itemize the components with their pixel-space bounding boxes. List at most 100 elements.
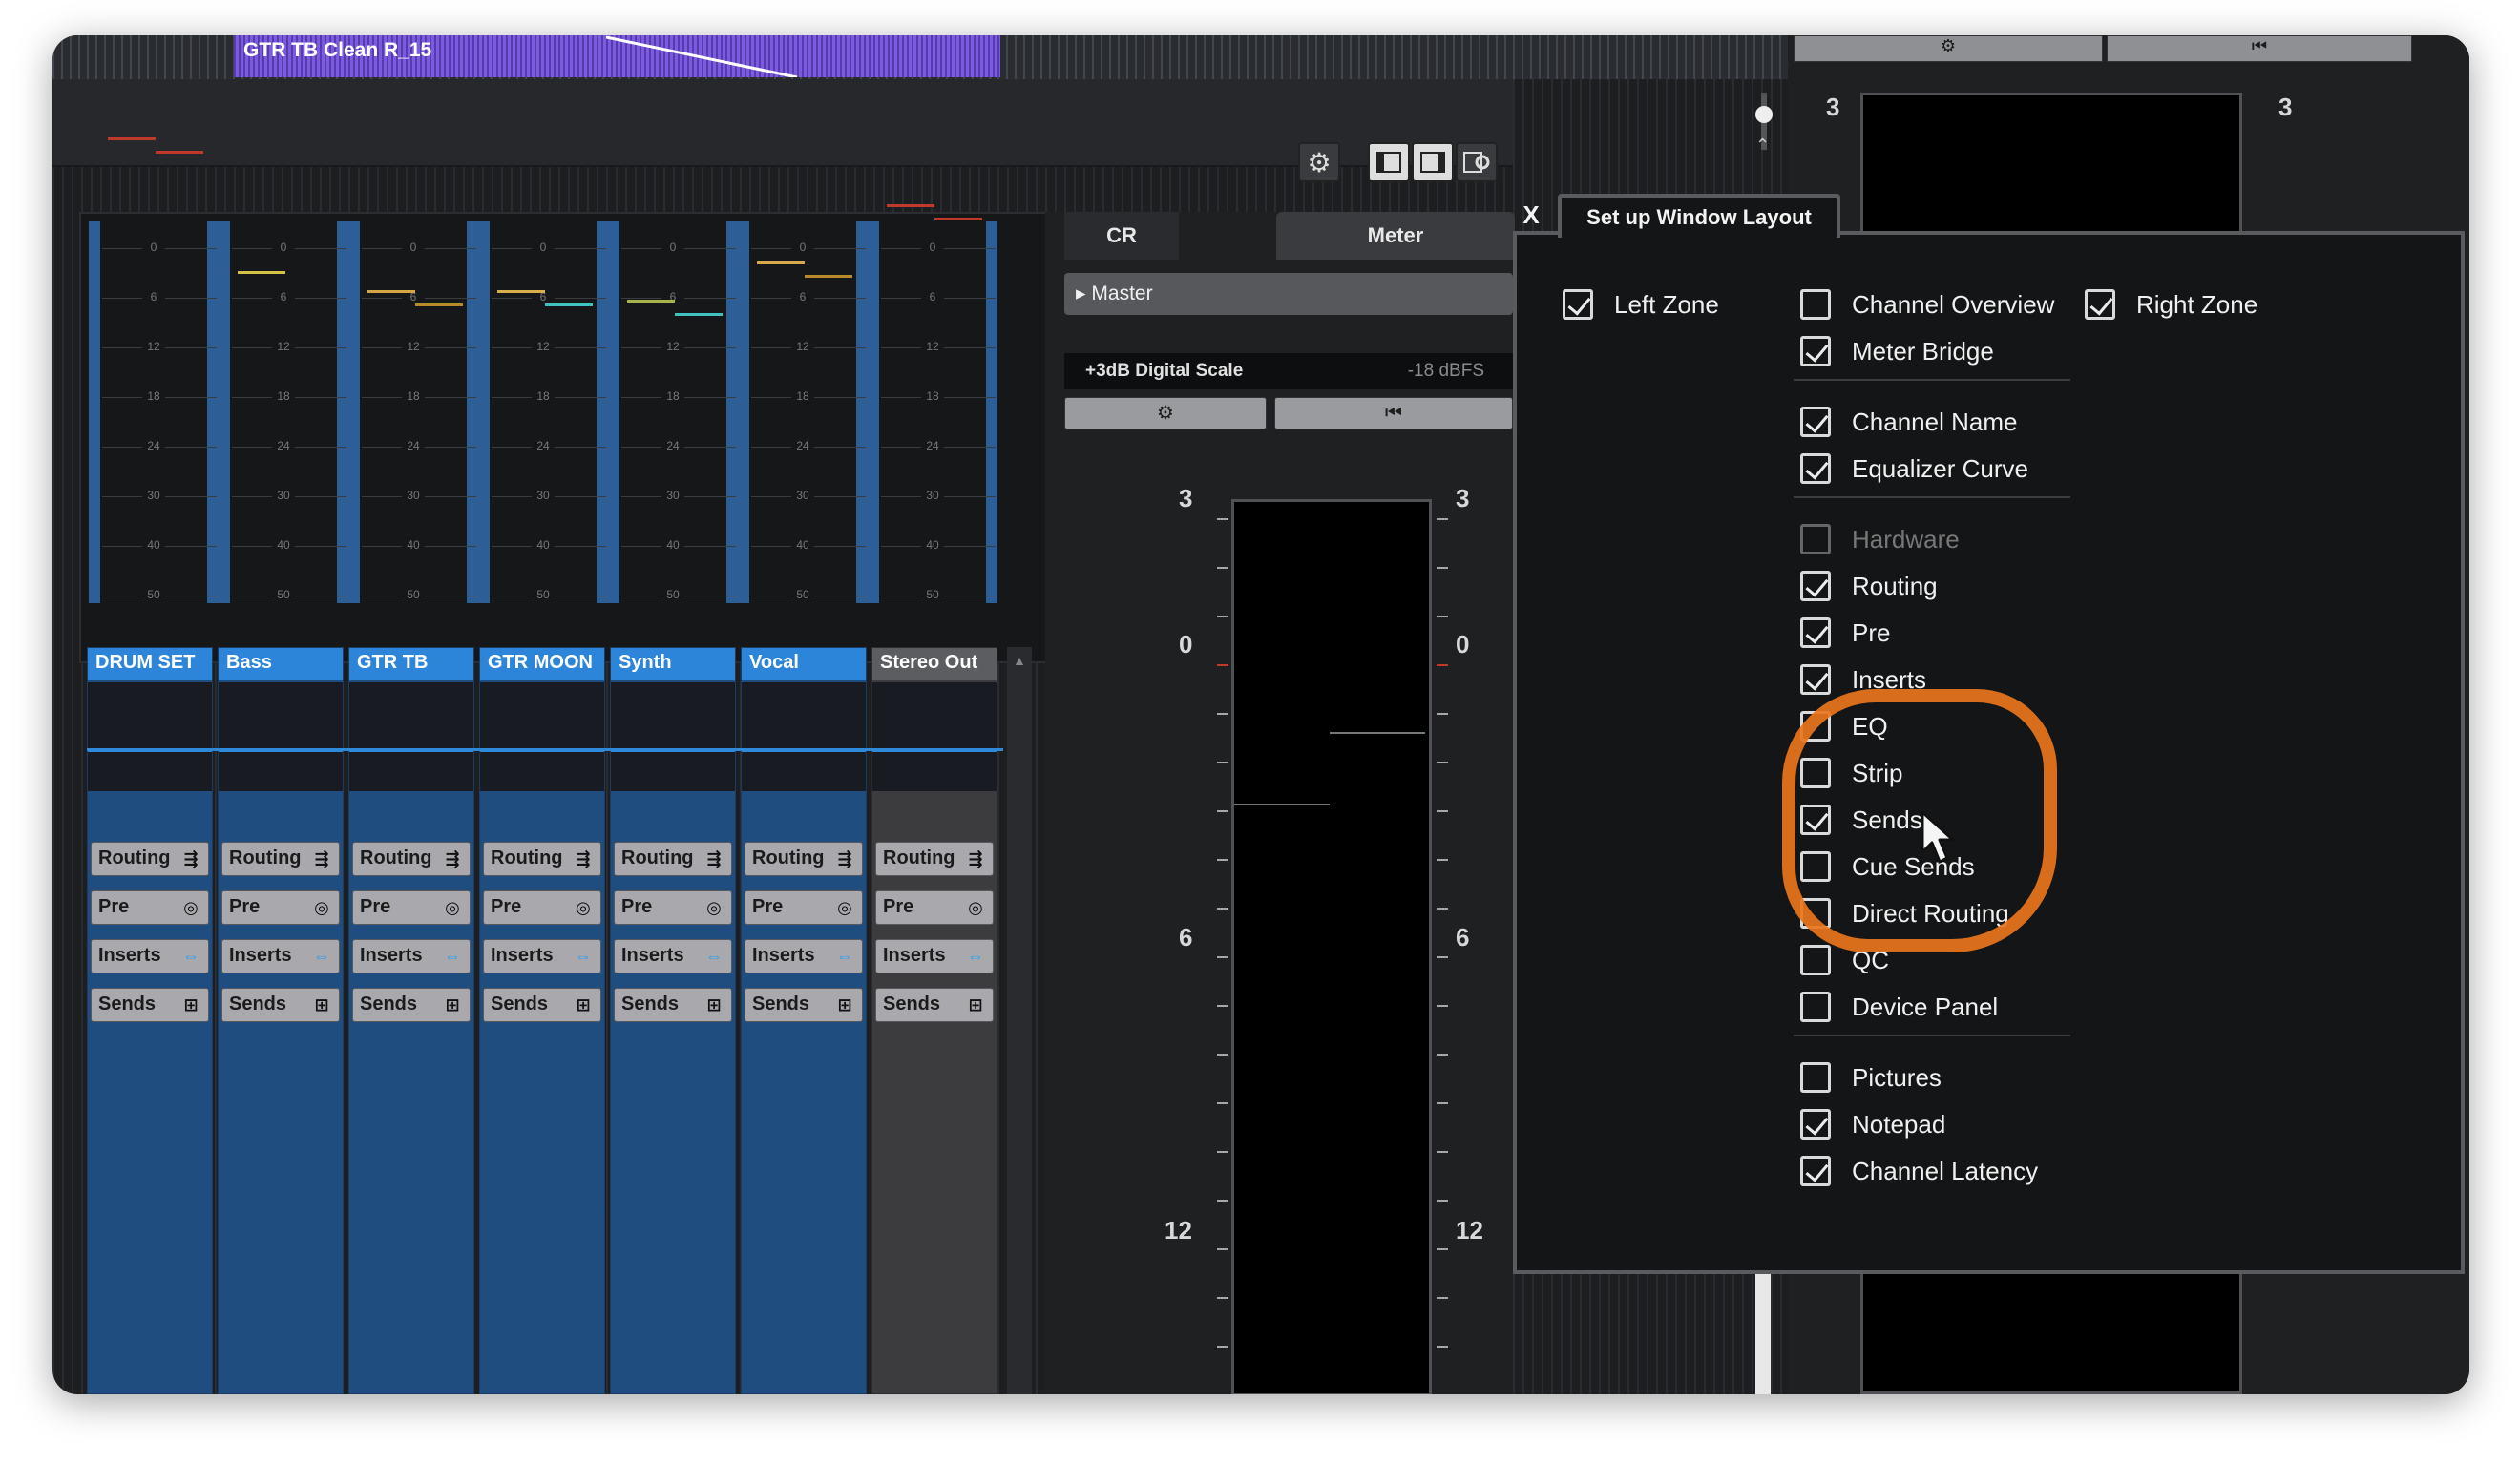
window-layout-button[interactable] [1456, 142, 1498, 182]
inserts-label: Inserts [491, 945, 554, 966]
option-left-zone[interactable]: Left Zone [1563, 285, 1719, 324]
inserts-section[interactable]: Inserts ⇔ [221, 939, 340, 973]
checkbox-routing[interactable] [1800, 571, 1831, 601]
option-channel-latency[interactable]: Channel Latency [1800, 1152, 2038, 1190]
channel-name[interactable]: Bass [219, 648, 343, 680]
pre-section[interactable]: Pre ◎ [352, 890, 471, 925]
mixer-settings-button[interactable]: ⚙ [1298, 142, 1340, 182]
equalizer-curve[interactable] [480, 682, 604, 791]
pre-section[interactable]: Pre ◎ [614, 890, 732, 925]
inserts-section[interactable]: Inserts ⇔ [352, 939, 471, 973]
option-routing[interactable]: Routing [1800, 567, 1938, 605]
channel-name[interactable]: DRUM SET [88, 648, 212, 680]
checkbox-meter-bridge[interactable] [1800, 336, 1831, 366]
routing-section[interactable]: Routing ⇶ [745, 842, 863, 876]
channel-name[interactable]: Vocal [742, 648, 866, 680]
routing-section[interactable]: Routing ⇶ [91, 842, 209, 876]
routing-section[interactable]: Routing ⇶ [352, 842, 471, 876]
channel-name[interactable]: Synth [611, 648, 735, 680]
sends-section[interactable]: Sends ⊞ [91, 988, 209, 1022]
pre-section[interactable]: Pre ◎ [875, 890, 994, 925]
meter-settings-button[interactable]: ⚙ [1064, 397, 1267, 429]
option-right-zone[interactable]: Right Zone [2085, 285, 2258, 324]
secondary-settings-button[interactable]: ⚙ [1794, 35, 2103, 62]
checkbox-notepad[interactable] [1800, 1109, 1831, 1140]
checkbox-right-zone[interactable] [2085, 289, 2115, 320]
meter-tick [1217, 713, 1228, 715]
right-zone-toggle-button[interactable] [1412, 142, 1454, 182]
sends-section[interactable]: Sends ⊞ [614, 988, 732, 1022]
pre-section[interactable]: Pre ◎ [221, 890, 340, 925]
chevron-up-icon[interactable]: ⌃ [1755, 136, 1770, 156]
inserts-section[interactable]: Inserts ⇔ [875, 939, 994, 973]
equalizer-curve[interactable] [219, 682, 343, 791]
checkbox-qc[interactable] [1800, 945, 1831, 975]
routing-icon: ⇶ [837, 849, 852, 868]
option-channel-name[interactable]: Channel Name [1800, 403, 2017, 441]
sends-section[interactable]: Sends ⊞ [875, 988, 994, 1022]
routing-section[interactable]: Routing ⇶ [614, 842, 732, 876]
option-pictures[interactable]: Pictures [1800, 1058, 1942, 1097]
meter-peak-right [1330, 732, 1425, 734]
meter-bridge-scale-label: 18 [142, 389, 165, 403]
pre-section[interactable]: Pre ◎ [745, 890, 863, 925]
sends-section[interactable]: Sends ⊞ [352, 988, 471, 1022]
channel-name[interactable]: GTR MOON [480, 648, 604, 680]
sends-section[interactable]: Sends ⊞ [483, 988, 601, 1022]
routing-section[interactable]: Routing ⇶ [483, 842, 601, 876]
secondary-reset-button[interactable]: ⏮ [2107, 35, 2412, 62]
pre-section[interactable]: Pre ◎ [91, 890, 209, 925]
routing-icon: ⇶ [314, 849, 329, 868]
meter-tick [1437, 713, 1448, 715]
option-pre[interactable]: Pre [1800, 614, 1890, 652]
equalizer-curve[interactable] [88, 682, 212, 791]
checkbox-left-zone[interactable] [1563, 289, 1593, 320]
equalizer-curve[interactable] [611, 682, 735, 791]
channel-name[interactable]: GTR TB [349, 648, 473, 680]
tab-meter[interactable]: Meter [1276, 212, 1515, 260]
option-meter-bridge[interactable]: Meter Bridge [1800, 332, 1994, 370]
checkbox-channel-latency[interactable] [1800, 1156, 1831, 1186]
meter-tick [1437, 567, 1448, 569]
checkbox-hardware [1800, 524, 1831, 554]
checkbox-channel-overview[interactable] [1800, 289, 1831, 320]
checkbox-device-panel[interactable] [1800, 992, 1831, 1022]
meter-tick [1437, 1054, 1448, 1056]
checkbox-inserts[interactable] [1800, 664, 1831, 695]
pre-section[interactable]: Pre ◎ [483, 890, 601, 925]
routing-section[interactable]: Routing ⇶ [875, 842, 994, 876]
dialog-close-button[interactable]: X [1513, 197, 1549, 233]
inserts-section[interactable]: Inserts ⇔ [91, 939, 209, 973]
channel-name[interactable]: Stereo Out [872, 648, 997, 680]
screenshot-stage: GTR TB Clean R_15 ⚙ 0 6 12 18 24 30 40 50 0 6 12 18… [0, 0, 2520, 1464]
meter-reset-button[interactable]: ⏮ [1274, 397, 1513, 429]
tab-cr[interactable]: CR [1064, 212, 1179, 260]
checkbox-equalizer-curve[interactable] [1800, 453, 1831, 484]
meter-tick [1217, 1102, 1228, 1104]
meter-tick [1217, 1005, 1228, 1007]
sends-section[interactable]: Sends ⊞ [221, 988, 340, 1022]
routing-section[interactable]: Routing ⇶ [221, 842, 340, 876]
inserts-section[interactable]: Inserts ⇔ [745, 939, 863, 973]
meter-bridge-peak [156, 151, 203, 154]
inserts-section[interactable]: Inserts ⇔ [483, 939, 601, 973]
option-device-panel[interactable]: Device Panel [1800, 988, 1998, 1026]
left-zone-toggle-button[interactable] [1368, 142, 1410, 182]
channel-scrollbar[interactable]: ▲ [1007, 647, 1032, 1394]
sends-section[interactable]: Sends ⊞ [745, 988, 863, 1022]
equalizer-curve[interactable] [742, 682, 866, 791]
option-equalizer-curve[interactable]: Equalizer Curve [1800, 450, 2028, 488]
meter-bridge-channel: 0 6 12 18 24 30 40 50 [89, 137, 219, 661]
option-notepad[interactable]: Notepad [1800, 1105, 1945, 1143]
checkbox-pre[interactable] [1800, 617, 1831, 648]
equalizer-curve[interactable] [349, 682, 473, 791]
equalizer-curve[interactable] [872, 682, 997, 791]
inserts-section[interactable]: Inserts ⇔ [614, 939, 732, 973]
checkbox-channel-name[interactable] [1800, 407, 1831, 437]
option-channel-overview[interactable]: Channel Overview [1800, 285, 2054, 324]
master-selector[interactable]: ▸ Master [1064, 273, 1513, 315]
checkbox-pictures[interactable] [1800, 1062, 1831, 1093]
zoom-slider-handle[interactable] [1755, 106, 1773, 123]
meter-bridge-scale-label: 50 [662, 588, 684, 601]
meter-bridge-scale-label: 0 [662, 241, 684, 254]
